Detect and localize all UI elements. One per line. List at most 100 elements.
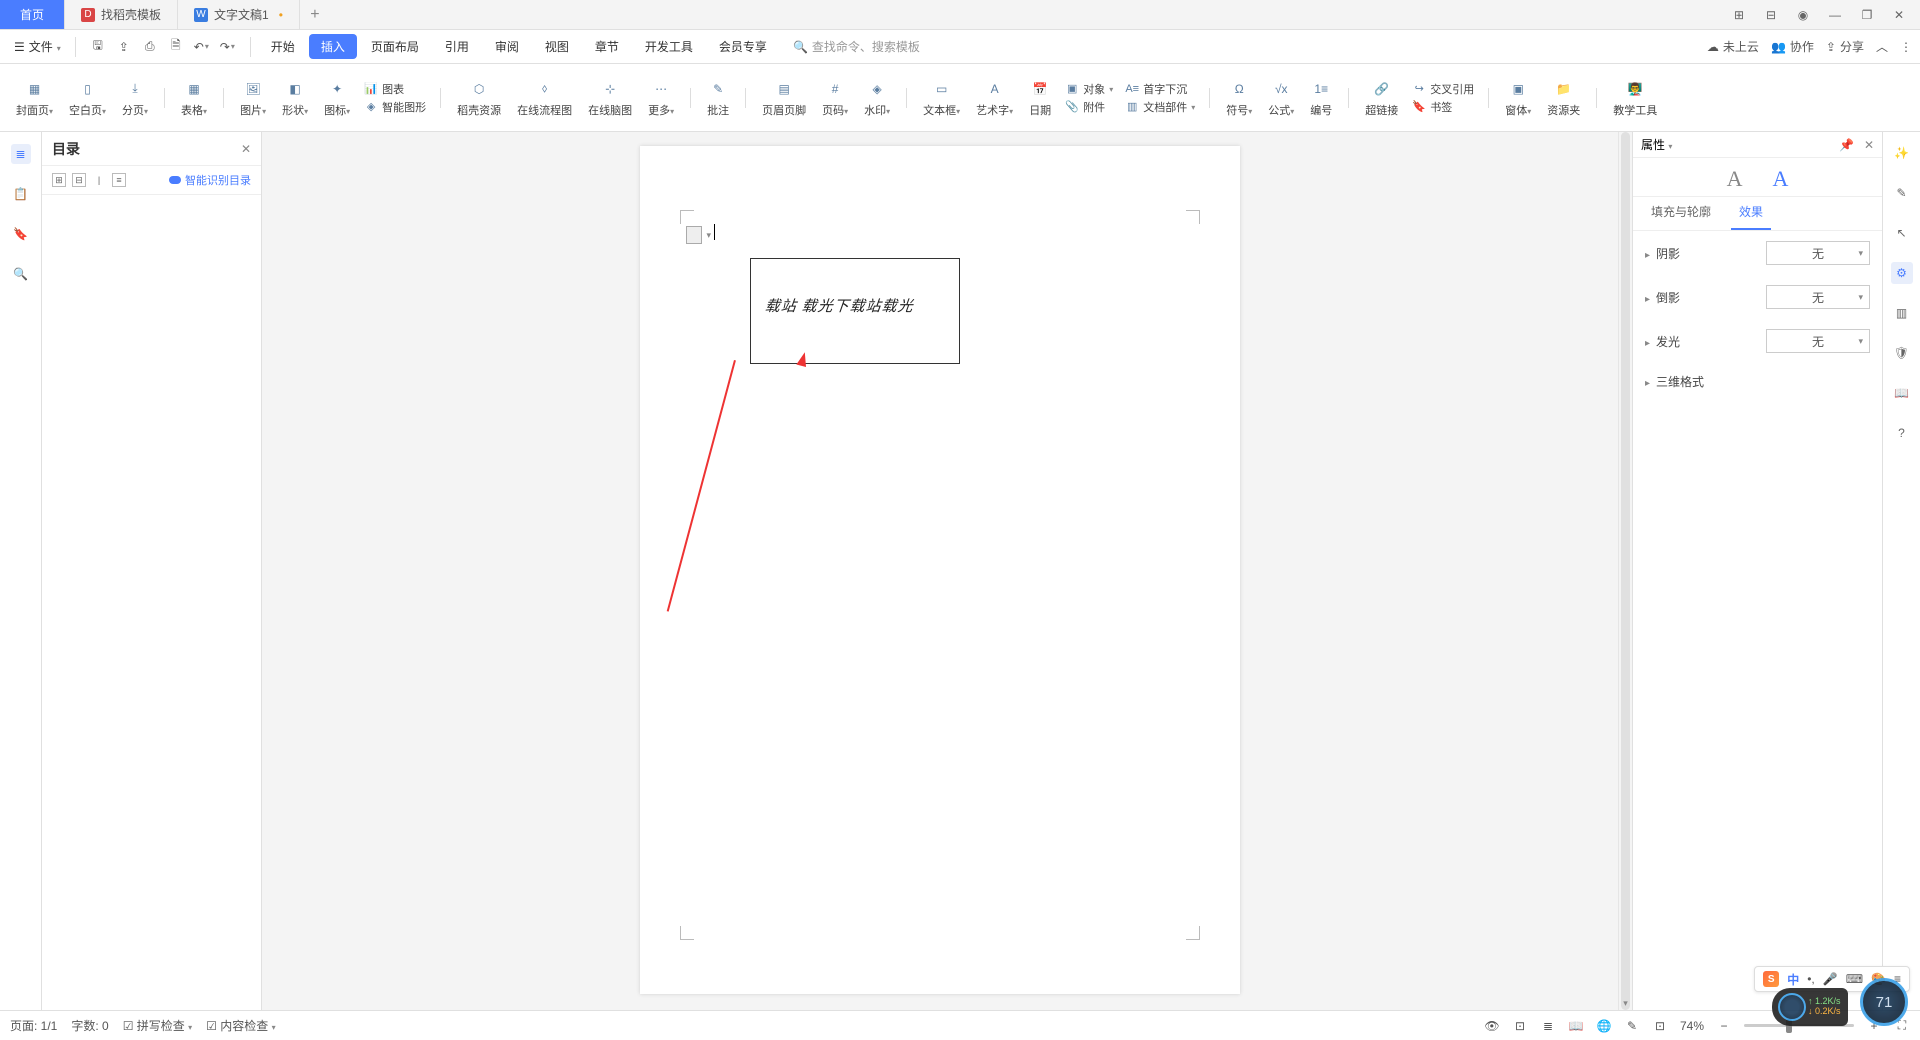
zoom-level[interactable]: 74% — [1680, 1019, 1704, 1033]
tab-member[interactable]: 会员专享 — [707, 34, 779, 59]
blank-page-button[interactable]: ▯空白页 — [63, 78, 112, 118]
more-icon[interactable]: ⋮ — [1900, 40, 1912, 54]
expand-icon[interactable]: ▸ — [1645, 250, 1650, 261]
smart-toc-button[interactable]: 智能识别目录 — [169, 172, 251, 188]
cpu-monitor-widget[interactable]: 71 — [1860, 978, 1908, 1026]
levels-icon[interactable]: ≡ — [112, 173, 126, 187]
daoke-res-button[interactable]: ⬡稻壳资源 — [451, 78, 507, 118]
user-avatar-icon[interactable]: ◉ — [1794, 6, 1812, 24]
file-menu[interactable]: ☰ 文件 — [8, 38, 67, 55]
reflection-combo[interactable]: 无 — [1766, 285, 1870, 309]
ime-lang[interactable]: 中 — [1787, 971, 1799, 988]
object-button[interactable]: ▣对象 — [1065, 81, 1113, 97]
zoom-out-icon[interactable]: − — [1716, 1018, 1732, 1034]
fit-icon[interactable]: ⊡ — [1652, 1018, 1668, 1034]
crossref-button[interactable]: ↪交叉引用 — [1412, 81, 1474, 97]
weblayout-icon[interactable]: 🌐 — [1596, 1018, 1612, 1034]
read-rail-icon[interactable]: 📖 — [1891, 382, 1913, 404]
preview-icon[interactable]: 🗎 — [168, 39, 184, 55]
clipboard-icon[interactable]: 📋 — [11, 184, 31, 204]
search-rail-icon[interactable]: 🔍 — [11, 264, 31, 284]
pagelayout-icon[interactable]: ≣ — [1540, 1018, 1556, 1034]
tab-pagelayout[interactable]: 页面布局 — [359, 34, 431, 59]
resource-folder-button[interactable]: 📁资源夹 — [1541, 78, 1586, 118]
page-indicator[interactable]: 页面: 1/1 — [10, 1017, 57, 1034]
cloud-status[interactable]: ☁未上云 — [1707, 38, 1759, 55]
redo-icon[interactable]: ↷ — [220, 39, 236, 55]
share-button[interactable]: ⇪分享 — [1826, 38, 1864, 55]
select-rail-icon[interactable]: ↖ — [1891, 222, 1913, 244]
undo-icon[interactable]: ↶ — [194, 39, 210, 55]
protect-rail-icon[interactable]: 🛡 — [1891, 342, 1913, 364]
pin-icon[interactable]: 📌 — [1839, 138, 1854, 152]
docparts-button[interactable]: ▥文档部件 — [1125, 99, 1195, 115]
tab-document[interactable]: W文字文稿1• — [178, 0, 300, 29]
save-icon[interactable]: 🖫 — [90, 39, 106, 55]
scroll-thumb[interactable] — [1621, 132, 1630, 1010]
spellcheck-toggle[interactable]: ☑ 拼写检查 — [123, 1017, 192, 1034]
scroll-down-icon[interactable]: ▾ — [1619, 998, 1632, 1010]
document-canvas[interactable]: 载站 载光下载站载光 — [262, 132, 1618, 1010]
flowchart-button[interactable]: ⬨在线流程图 — [511, 78, 578, 118]
focus-icon[interactable]: ⊡ — [1512, 1018, 1528, 1034]
image-button[interactable]: 🖼图片 — [234, 78, 272, 118]
shapes-button[interactable]: ◧形状 — [276, 78, 314, 118]
eye-icon[interactable]: 👁 — [1484, 1018, 1500, 1034]
new-tab-button[interactable]: + — [300, 0, 330, 29]
mode-fill[interactable]: A — [1727, 166, 1743, 192]
section-icon[interactable] — [686, 226, 702, 244]
shadow-combo[interactable]: 无 — [1766, 241, 1870, 265]
teaching-tools-button[interactable]: 👨‍🏫教学工具 — [1607, 78, 1663, 118]
chart-button[interactable]: 📊图表 — [364, 81, 426, 97]
settings-rail-icon[interactable]: ⚙ — [1891, 262, 1913, 284]
help-rail-icon[interactable]: ? — [1891, 422, 1913, 444]
bookmark-rail-icon[interactable]: 🔖 — [11, 224, 31, 244]
command-search[interactable]: 🔍 查找命令、搜索模板 — [793, 38, 920, 55]
ime-keyboard-icon[interactable]: ⌨ — [1846, 972, 1863, 986]
header-footer-button[interactable]: ▤页眉页脚 — [756, 78, 812, 118]
icons-button[interactable]: ✦图标 — [318, 78, 356, 118]
export-icon[interactable]: ⇪ — [116, 39, 132, 55]
minimize-button[interactable]: — — [1826, 6, 1844, 24]
contentcheck-toggle[interactable]: ☑ 内容检查 — [206, 1017, 275, 1034]
collapse-all-icon[interactable]: ⊟ — [72, 173, 86, 187]
ime-punct-icon[interactable]: •, — [1807, 972, 1815, 986]
more-button[interactable]: ⋯更多 — [642, 78, 680, 118]
dropcap-button[interactable]: A≡首字下沉 — [1125, 81, 1195, 97]
tab-review[interactable]: 审阅 — [483, 34, 531, 59]
network-monitor-widget[interactable]: ↑ 1.2K/s ↓ 0.2K/s — [1772, 988, 1848, 1026]
page-break-button[interactable]: ⤓分页 — [116, 78, 154, 118]
close-window-button[interactable]: ✕ — [1890, 6, 1908, 24]
smartart-button[interactable]: ◈智能图形 — [364, 99, 426, 115]
tab-start[interactable]: 开始 — [259, 34, 307, 59]
close-panel-icon[interactable]: ✕ — [1864, 138, 1874, 152]
ime-mic-icon[interactable]: 🎤 — [1823, 972, 1838, 986]
cover-page-button[interactable]: ▦封面页 — [10, 78, 59, 118]
tab-chapter[interactable]: 章节 — [583, 34, 631, 59]
equation-button[interactable]: √x公式 — [1262, 78, 1300, 118]
tab-insert[interactable]: 插入 — [309, 34, 357, 59]
tab-view[interactable]: 视图 — [533, 34, 581, 59]
date-button[interactable]: 📅日期 — [1023, 78, 1057, 118]
table-button[interactable]: ▦表格 — [175, 78, 213, 118]
layout-icon[interactable]: ⊞ — [1730, 6, 1748, 24]
expand-icon[interactable]: ▸ — [1645, 338, 1650, 349]
comment-button[interactable]: ✎批注 — [701, 78, 735, 118]
maximize-button[interactable]: ❐ — [1858, 6, 1876, 24]
mode-effect[interactable]: A — [1773, 166, 1789, 192]
symbol-button[interactable]: Ω符号 — [1220, 78, 1258, 118]
tab-effects[interactable]: 效果 — [1731, 197, 1771, 230]
bookmark-button[interactable]: 🔖书签 — [1412, 99, 1474, 115]
outline-icon[interactable]: ≣ — [11, 144, 31, 164]
watermark-button[interactable]: ◈水印 — [858, 78, 896, 118]
edit-icon[interactable]: ✎ — [1624, 1018, 1640, 1034]
style-rail-icon[interactable]: ✨ — [1891, 142, 1913, 164]
glow-combo[interactable]: 无 — [1766, 329, 1870, 353]
vertical-scrollbar[interactable]: ▴ ▾ — [1618, 132, 1632, 1010]
mindmap-button[interactable]: ⊹在线脑图 — [582, 78, 638, 118]
readmode-icon[interactable]: 📖 — [1568, 1018, 1584, 1034]
expand-icon[interactable]: ▸ — [1645, 294, 1650, 305]
hyperlink-button[interactable]: 🔗超链接 — [1359, 78, 1404, 118]
layers-rail-icon[interactable]: ▥ — [1891, 302, 1913, 324]
wordart-button[interactable]: A艺术字 — [970, 78, 1019, 118]
